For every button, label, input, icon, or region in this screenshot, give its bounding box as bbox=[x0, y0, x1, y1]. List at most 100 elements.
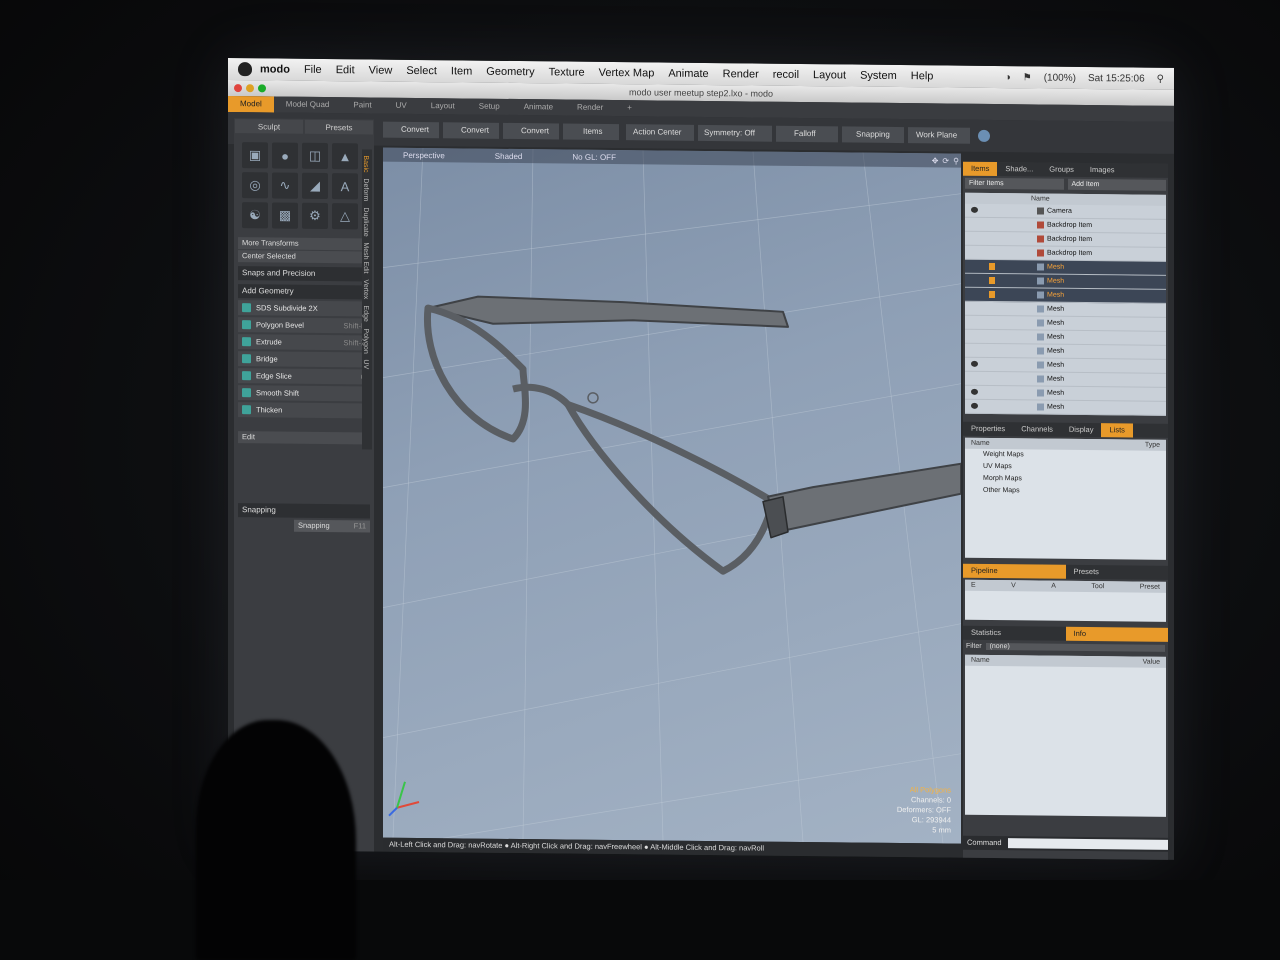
tab-animate[interactable]: Animate bbox=[512, 99, 565, 116]
snapping-toggle[interactable]: Snapping F11 bbox=[294, 519, 370, 533]
vtab-uv[interactable]: UV bbox=[362, 359, 369, 369]
menu-help[interactable]: Help bbox=[911, 70, 934, 82]
tab-render[interactable]: Render bbox=[565, 100, 615, 117]
vtab-deform[interactable]: Deform bbox=[362, 179, 369, 202]
tab-items[interactable]: Items bbox=[963, 161, 998, 177]
tab-pipeline[interactable]: Pipeline bbox=[963, 563, 1066, 579]
command-input[interactable] bbox=[1007, 838, 1168, 850]
menu-item[interactable]: Item bbox=[451, 65, 472, 77]
tab-paint[interactable]: Paint bbox=[341, 97, 383, 113]
menu-edit[interactable]: Edit bbox=[336, 64, 355, 76]
app-menu[interactable]: modo bbox=[260, 63, 290, 75]
tab-pipeline-presets[interactable]: Presets bbox=[1066, 565, 1169, 580]
extrude-button[interactable]: Extrude Shift-X bbox=[238, 334, 370, 351]
snapping-section[interactable]: Snapping bbox=[238, 503, 370, 519]
cone-icon[interactable]: ▲ bbox=[332, 143, 358, 170]
tab-info[interactable]: Info bbox=[1065, 626, 1168, 642]
edit-dropdown[interactable]: Edit bbox=[238, 431, 370, 445]
menu-view[interactable]: View bbox=[369, 64, 393, 76]
tree-other-maps[interactable]: Other Maps bbox=[965, 485, 1166, 499]
pyramid-icon[interactable]: △ bbox=[332, 203, 358, 230]
vtab-vertex[interactable]: Vertex bbox=[362, 280, 369, 300]
gl-toggle[interactable]: No GL: OFF bbox=[572, 152, 616, 161]
tab-groups[interactable]: Groups bbox=[1041, 163, 1082, 177]
tab-lists[interactable]: Lists bbox=[1101, 423, 1133, 438]
text-tool-icon[interactable]: A bbox=[332, 173, 358, 200]
tab-images[interactable]: Images bbox=[1082, 163, 1123, 177]
curve-icon[interactable]: ∿ bbox=[272, 172, 298, 199]
tab-statistics[interactable]: Statistics bbox=[963, 626, 1066, 641]
menu-file[interactable]: File bbox=[304, 64, 322, 76]
3d-viewport[interactable]: Perspective Shaded No GL: OFF ✥⟳⚲▸ All P… bbox=[383, 147, 961, 844]
globe-icon[interactable] bbox=[978, 129, 990, 142]
spotlight-icon[interactable]: ⚲ bbox=[1157, 73, 1164, 84]
edge-slice-button[interactable]: Edge SliceC bbox=[238, 368, 370, 385]
tab-sculpt[interactable]: Sculpt bbox=[235, 119, 303, 134]
tab-shader[interactable]: Shade... bbox=[997, 162, 1041, 176]
stats-filter-dropdown[interactable]: (none) bbox=[985, 642, 1165, 652]
flag-icon[interactable]: ⚑ bbox=[1023, 72, 1032, 83]
plane-icon[interactable]: ▩ bbox=[272, 202, 298, 229]
menu-render[interactable]: Render bbox=[723, 68, 759, 80]
smooth-shift-button[interactable]: Smooth Shift bbox=[238, 385, 370, 402]
center-selected-dropdown[interactable]: Center Selected bbox=[238, 250, 370, 264]
menu-select[interactable]: Select bbox=[406, 65, 437, 77]
tab-uv[interactable]: UV bbox=[384, 98, 419, 114]
cylinder-icon[interactable]: ◫ bbox=[302, 142, 328, 170]
snaps-precision-section[interactable]: Snaps and Precision bbox=[238, 266, 370, 282]
polygon-bevel-button[interactable]: Polygon Bevel Shift-B bbox=[238, 317, 370, 334]
menu-system[interactable]: System bbox=[860, 70, 897, 82]
lock-icon[interactable] bbox=[989, 290, 995, 299]
visibility-eye-icon[interactable] bbox=[971, 402, 978, 409]
tab-properties[interactable]: Properties bbox=[963, 422, 1013, 437]
add-tab-button[interactable]: + bbox=[615, 100, 644, 116]
menu-vertex-map[interactable]: Vertex Map bbox=[599, 67, 655, 80]
clock[interactable]: Sat 15:25:06 bbox=[1088, 73, 1145, 85]
menu-layout[interactable]: Layout bbox=[813, 69, 846, 81]
cube-icon[interactable]: ▣ bbox=[242, 142, 268, 169]
minimize-icon[interactable] bbox=[246, 84, 254, 93]
view-mode-dropdown[interactable]: Perspective bbox=[403, 150, 445, 159]
tab-layout[interactable]: Layout bbox=[419, 98, 467, 115]
lock-icon[interactable] bbox=[989, 276, 995, 285]
tab-model-quad[interactable]: Model Quad bbox=[274, 96, 342, 113]
close-icon[interactable] bbox=[234, 84, 242, 93]
visibility-eye-icon[interactable] bbox=[971, 388, 978, 395]
tab-channels[interactable]: Channels bbox=[1013, 422, 1061, 436]
vtab-polygon[interactable]: Polygon bbox=[362, 328, 369, 353]
sds-subdivide-button[interactable]: SDS Subdivide 2X bbox=[238, 300, 370, 317]
tab-presets[interactable]: Presets bbox=[305, 119, 373, 135]
thicken-button[interactable]: Thicken bbox=[238, 402, 370, 419]
visibility-eye-icon[interactable] bbox=[971, 206, 978, 213]
zoom-icon[interactable] bbox=[258, 84, 266, 93]
vtab-mesh-edit[interactable]: Mesh Edit bbox=[362, 243, 369, 274]
menu-recoil[interactable]: recoil bbox=[773, 69, 799, 81]
torus-icon[interactable]: ◎ bbox=[242, 172, 268, 199]
wifi-icon[interactable]: ◑ bbox=[1005, 72, 1011, 83]
menu-texture[interactable]: Texture bbox=[549, 66, 585, 78]
tab-setup[interactable]: Setup bbox=[467, 99, 512, 115]
menu-geometry[interactable]: Geometry bbox=[486, 66, 534, 79]
tab-model[interactable]: Model bbox=[228, 96, 274, 113]
sphere-icon[interactable]: ● bbox=[272, 142, 298, 169]
shading-dropdown[interactable]: Shaded bbox=[495, 151, 523, 160]
more-transforms-dropdown[interactable]: More Transforms bbox=[238, 237, 370, 251]
bridge-button[interactable]: Bridge bbox=[238, 351, 370, 368]
viewport-nav-icons[interactable]: ✥⟳⚲▸ bbox=[932, 156, 961, 166]
item-row[interactable]: Mesh bbox=[965, 399, 1166, 416]
visibility-eye-icon[interactable] bbox=[971, 360, 978, 367]
lock-icon[interactable] bbox=[989, 262, 995, 271]
gear-icon[interactable]: ⚙ bbox=[302, 202, 328, 230]
filter-items-dropdown[interactable]: Filter Items bbox=[965, 177, 1064, 190]
apple-icon[interactable] bbox=[238, 62, 252, 77]
figure-icon[interactable]: ☯ bbox=[242, 202, 268, 229]
wedge-icon[interactable]: ◢ bbox=[302, 172, 328, 200]
add-geometry-section[interactable]: Add Geometry bbox=[238, 284, 370, 300]
add-item-dropdown[interactable]: Add Item bbox=[1067, 178, 1166, 191]
vtab-edge[interactable]: Edge bbox=[362, 306, 369, 322]
menu-animate[interactable]: Animate bbox=[668, 68, 708, 80]
vtab-basic[interactable]: Basic bbox=[362, 155, 369, 172]
tab-display[interactable]: Display bbox=[1061, 423, 1102, 437]
battery-status[interactable]: (100%) bbox=[1044, 72, 1076, 83]
vtab-duplicate[interactable]: Duplicate bbox=[362, 207, 369, 236]
